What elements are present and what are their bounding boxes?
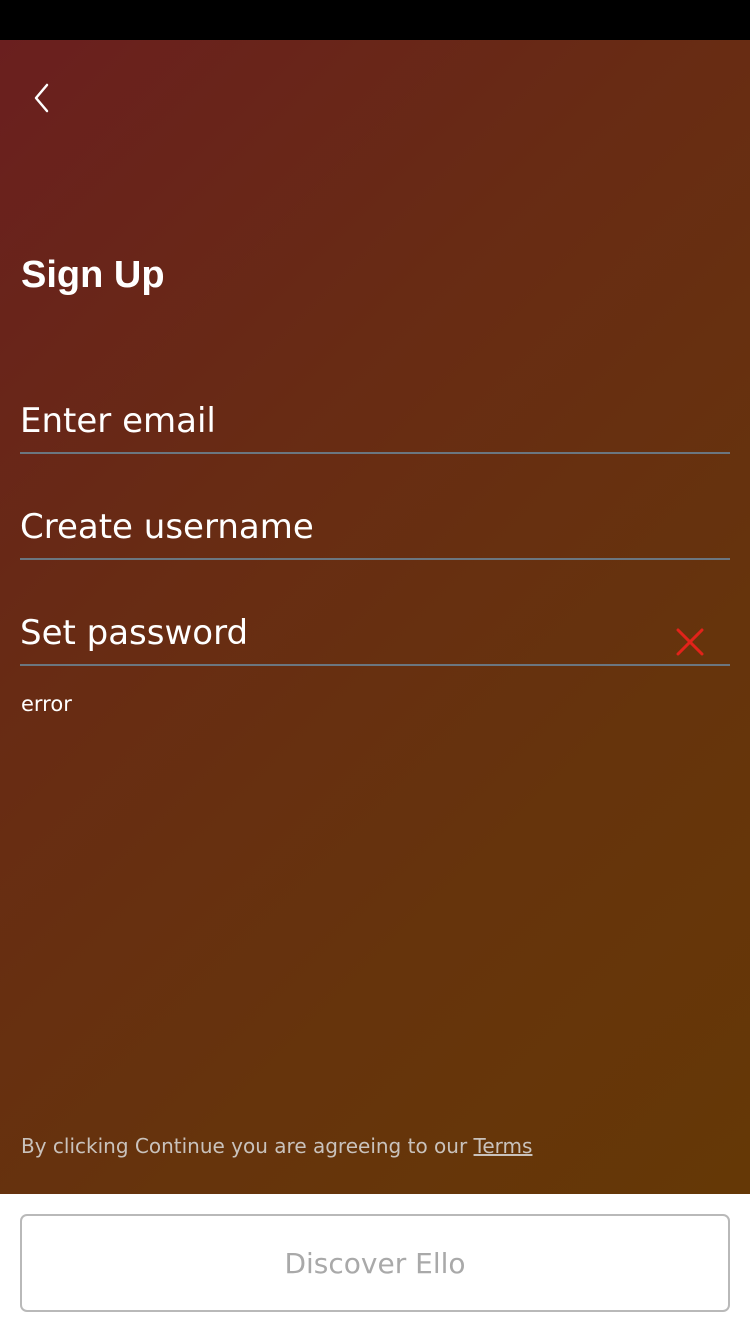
terms-notice: By clicking Continue you are agreeing to…	[21, 1132, 532, 1160]
terms-prefix-text: By clicking Continue you are agreeing to…	[21, 1134, 474, 1158]
error-x-icon	[676, 628, 704, 656]
back-button[interactable]	[18, 74, 66, 126]
username-input[interactable]	[20, 498, 660, 556]
password-field	[20, 604, 730, 666]
email-field	[20, 392, 730, 454]
status-bar	[0, 0, 750, 40]
error-message: error	[21, 692, 72, 716]
password-input[interactable]	[20, 604, 660, 662]
username-field	[20, 498, 730, 560]
discover-ello-button[interactable]: Discover Ello	[20, 1214, 730, 1312]
page-title: Sign Up	[21, 254, 165, 296]
email-input[interactable]	[20, 392, 660, 450]
chevron-left-icon	[32, 82, 52, 119]
signup-screen: Sign Up error By clicking Continue you a…	[0, 40, 750, 1194]
terms-link[interactable]: Terms	[474, 1134, 533, 1158]
bottom-action-area: Discover Ello	[0, 1194, 750, 1334]
